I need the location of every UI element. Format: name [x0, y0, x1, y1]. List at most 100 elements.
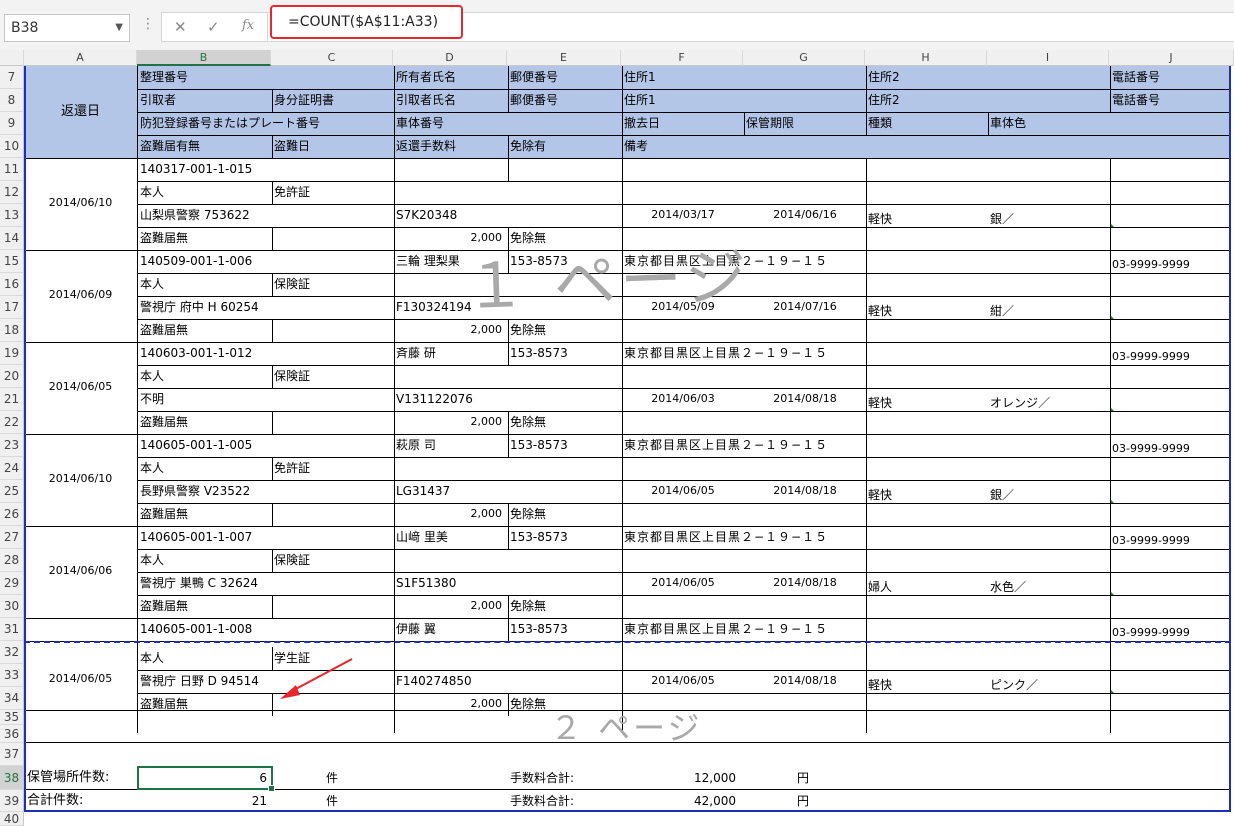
row-header[interactable]: 40: [0, 812, 23, 826]
row-header[interactable]: 29: [0, 572, 23, 595]
record-return-date[interactable]: 2014/06/05: [24, 672, 137, 686]
row-header[interactable]: 23: [0, 434, 23, 457]
record-serial[interactable]: F140274850: [396, 674, 472, 688]
row-header[interactable]: 32: [0, 641, 23, 664]
header-cell[interactable]: 電話番号: [1112, 93, 1160, 107]
record-kind[interactable]: 軽快: [868, 304, 892, 318]
row-header[interactable]: 7: [0, 66, 23, 89]
row-header[interactable]: 9: [0, 112, 23, 135]
record-zip[interactable]: 153-8573: [510, 346, 568, 360]
header-cell[interactable]: 撤去日: [624, 116, 660, 130]
row-header[interactable]: 20: [0, 365, 23, 388]
record-cert[interactable]: 免許証: [274, 185, 310, 199]
record-taker[interactable]: 本人: [140, 185, 164, 199]
record-exempt[interactable]: 免除無: [510, 599, 546, 613]
record-deadline[interactable]: 2014/08/18: [746, 674, 864, 688]
formula-text[interactable]: =COUNT($A$11:A33): [270, 5, 463, 39]
record-return-date[interactable]: 2014/06/06: [24, 564, 137, 578]
column-header-a[interactable]: A: [24, 50, 137, 66]
column-header-b[interactable]: B: [137, 50, 271, 66]
header-cell[interactable]: 住所2: [868, 70, 900, 84]
chevron-down-icon[interactable]: ▼: [115, 15, 123, 41]
record-zip[interactable]: 153-8573: [510, 622, 568, 636]
header-cell[interactable]: 車体番号: [396, 116, 444, 130]
record-removed[interactable]: 2014/06/05: [624, 674, 742, 688]
row-header[interactable]: 16: [0, 273, 23, 296]
record-owner[interactable]: 三輪 理梨果: [396, 254, 460, 268]
select-all-corner[interactable]: [0, 50, 24, 66]
header-cell[interactable]: 整理番号: [140, 70, 188, 84]
record-reg[interactable]: 警視庁 府中 H 60254: [140, 300, 259, 314]
row-header[interactable]: 36: [0, 725, 23, 743]
row-header[interactable]: 30: [0, 595, 23, 618]
summary-fee-2[interactable]: 42,000: [646, 794, 736, 808]
record-taker[interactable]: 本人: [140, 277, 164, 291]
record-phone[interactable]: 03-9999-9999: [1112, 534, 1190, 548]
header-cell[interactable]: 身分証明書: [274, 93, 334, 107]
summary-fee-1[interactable]: 12,000: [646, 771, 736, 785]
record-cert[interactable]: 保険証: [274, 369, 310, 383]
record-owner[interactable]: 伊藤 翼: [396, 622, 436, 636]
record-taker[interactable]: 本人: [140, 369, 164, 383]
row-header[interactable]: 14: [0, 227, 23, 250]
record-return-date[interactable]: 2014/06/10: [24, 472, 137, 486]
column-header-j[interactable]: J: [1109, 50, 1234, 66]
record-addr[interactable]: 東京都目黒区上目黒２−１９−１５: [624, 438, 828, 452]
record-serial[interactable]: S7K20348: [396, 208, 457, 222]
record-return-date[interactable]: 2014/06/10: [24, 196, 137, 210]
record-id[interactable]: 140605-001-1-005: [140, 438, 252, 452]
record-owner[interactable]: 山﨑 里美: [396, 530, 448, 544]
record-deadline[interactable]: 2014/08/18: [746, 576, 864, 590]
record-kind[interactable]: 軽快: [868, 212, 892, 226]
summary-value-2[interactable]: 21: [137, 794, 267, 808]
record-removed[interactable]: 2014/06/05: [624, 484, 742, 498]
record-owner[interactable]: 萩原 司: [396, 438, 436, 452]
record-addr[interactable]: 東京都目黒区上目黒２−１９−１５: [624, 530, 828, 544]
record-color[interactable]: オレンジ／: [990, 396, 1050, 410]
header-cell[interactable]: 住所1: [624, 93, 656, 107]
summary-unit-2[interactable]: 件: [326, 794, 338, 808]
summary-yen-1[interactable]: 円: [797, 771, 809, 785]
record-reg[interactable]: 不明: [140, 392, 164, 406]
record-cert[interactable]: 保険証: [274, 277, 310, 291]
record-fee[interactable]: 2,000: [396, 507, 503, 521]
header-cell[interactable]: 所有者氏名: [396, 70, 456, 84]
row-header[interactable]: 39: [0, 790, 23, 812]
header-cell[interactable]: 備考: [624, 139, 648, 153]
column-header-g[interactable]: G: [743, 50, 865, 66]
header-cell[interactable]: 盗難日: [274, 139, 310, 153]
record-kind[interactable]: 軽快: [868, 488, 892, 502]
record-color[interactable]: 銀／: [990, 212, 1014, 226]
selected-cell-b38[interactable]: [137, 766, 275, 792]
header-cell-return-date[interactable]: 返還日: [24, 105, 137, 119]
record-deadline[interactable]: 2014/08/18: [746, 484, 864, 498]
record-serial[interactable]: V131122076: [396, 392, 473, 406]
header-cell[interactable]: 郵便番号: [510, 70, 558, 84]
confirm-icon[interactable]: ✓: [207, 18, 220, 36]
record-deadline[interactable]: 2014/08/18: [746, 392, 864, 406]
record-fee[interactable]: 2,000: [396, 415, 503, 429]
row-header[interactable]: 38: [0, 766, 23, 790]
row-header[interactable]: 33: [0, 664, 23, 687]
column-header-f[interactable]: F: [621, 50, 743, 66]
row-header[interactable]: 8: [0, 89, 23, 112]
record-serial[interactable]: LG31437: [396, 484, 450, 498]
header-cell[interactable]: 車体色: [990, 116, 1026, 130]
record-theft[interactable]: 盗難届無: [140, 415, 188, 429]
record-deadline[interactable]: 2014/07/16: [746, 300, 864, 314]
header-cell[interactable]: 防犯登録番号またはプレート番号: [140, 116, 320, 130]
record-color[interactable]: 紺／: [990, 304, 1014, 318]
row-header[interactable]: 28: [0, 549, 23, 572]
row-header[interactable]: 13: [0, 204, 23, 227]
record-cert[interactable]: 保険証: [274, 553, 310, 567]
row-header[interactable]: 25: [0, 480, 23, 503]
record-serial[interactable]: F130324194: [396, 300, 472, 314]
record-theft[interactable]: 盗難届無: [140, 599, 188, 613]
record-removed[interactable]: 2014/03/17: [624, 208, 742, 222]
record-phone[interactable]: 03-9999-9999: [1112, 350, 1190, 364]
record-addr[interactable]: 東京都目黒区上目黒２−１９−１５: [624, 622, 828, 636]
record-theft[interactable]: 盗難届無: [140, 697, 188, 711]
record-removed[interactable]: 2014/06/03: [624, 392, 742, 406]
record-color[interactable]: ピンク／: [990, 678, 1038, 692]
header-cell[interactable]: 保管期限: [746, 116, 794, 130]
